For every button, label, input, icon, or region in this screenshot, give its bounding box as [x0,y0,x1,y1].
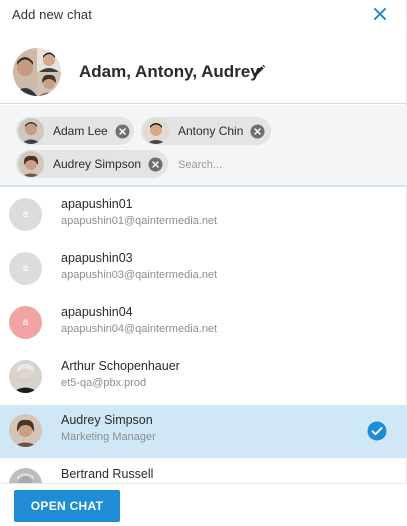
avatar [143,118,169,144]
list-item-selected[interactable]: Audrey Simpson Marketing Manager [0,405,407,458]
remove-chip-button[interactable] [115,124,130,139]
contact-name: apapushin03 [61,251,133,265]
remove-chip-button[interactable] [250,124,265,139]
contact-name: Arthur Schopenhauer [61,359,180,373]
dialog-footer: OPEN CHAT [0,483,407,526]
chip-audrey-simpson[interactable]: Audrey Simpson [16,150,168,178]
avatar: a [9,198,42,231]
pencil-icon [254,64,266,76]
list-item[interactable]: a apapushin01 apapushin01@qaintermedia.n… [0,189,407,242]
contact-name: apapushin04 [61,305,133,319]
contact-name: Audrey Simpson [61,413,153,427]
remove-circle-icon [148,157,163,171]
chip-antony-chin[interactable]: Antony Chin [141,117,271,145]
chip-label: Antony Chin [178,124,244,138]
avatar [9,360,42,393]
selected-participants: Adam Lee Antony Chin Audrey Simpson Sear… [0,105,407,187]
dialog-title: Add new chat [12,7,92,22]
contact-email: et5-qa@pbx.prod [61,377,147,389]
chip-label: Adam Lee [53,124,108,138]
contact-name: apapushin01 [61,197,133,211]
contact-email: apapushin03@qaintermedia.net [61,269,218,281]
group-avatar [13,48,61,96]
contact-title: Marketing Manager [61,431,156,443]
chip-label: Audrey Simpson [53,157,142,171]
avatar: a [9,252,42,285]
list-item[interactable]: Arthur Schopenhauer et5-qa@pbx.prod [0,351,407,404]
contact-email: apapushin04@qaintermedia.net [61,323,218,335]
chip-adam-lee[interactable]: Adam Lee [16,117,134,145]
avatar [9,414,42,447]
list-item[interactable]: a apapushin04 apapushin04@qaintermedia.n… [0,297,407,350]
close-icon [374,8,386,20]
list-item[interactable]: a apapushin03 apapushin03@qaintermedia.n… [0,243,407,296]
group-name-row: Adam, Antony, Audrey [0,40,407,104]
contact-name: Bertrand Russell [61,467,154,481]
avatar [18,151,44,177]
add-new-chat-dialog: Add new chat Adam, Antony, Audrey Adam L… [0,0,407,526]
contact-email: apapushin01@qaintermedia.net [61,215,218,227]
close-button[interactable] [369,3,391,25]
remove-circle-icon [250,124,265,138]
dialog-header: Add new chat [0,0,407,30]
contact-list[interactable]: a apapushin01 apapushin01@qaintermedia.n… [0,189,407,483]
list-item[interactable]: Bertrand Russell [0,459,407,483]
avatar: a [9,306,42,339]
search-input[interactable] [178,153,378,177]
remove-chip-button[interactable] [148,157,163,172]
selected-check [367,421,387,441]
group-name[interactable]: Adam, Antony, Audrey [79,62,260,82]
avatar [18,118,44,144]
check-circle-icon [367,421,387,441]
remove-circle-icon [115,124,130,138]
edit-group-name-button[interactable] [252,64,266,78]
avatar [9,468,42,483]
open-chat-button[interactable]: OPEN CHAT [14,490,120,522]
